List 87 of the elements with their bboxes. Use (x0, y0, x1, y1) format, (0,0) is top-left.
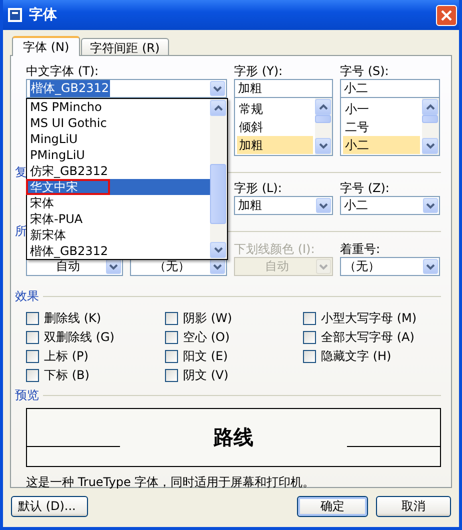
checkbox-label: 下标 (B) (44, 366, 90, 384)
checkbox[interactable] (26, 350, 39, 362)
checkbox-label: 小型大写字母 (M) (321, 310, 417, 326)
field-label: 字形 (L): (234, 180, 283, 196)
chevron-up-icon[interactable] (214, 105, 222, 111)
checkbox-label: 阴影 (W) (183, 310, 232, 326)
dropdown-field[interactable]: （无） (340, 257, 440, 276)
chevron-down-icon[interactable] (426, 143, 434, 149)
chevron-up-icon[interactable] (318, 104, 328, 110)
dropdown-field[interactable]: 加粗 (234, 196, 333, 215)
scrollbar-thumb[interactable] (210, 164, 226, 224)
checkbox-label: 全部大写字母 (A) (321, 328, 414, 346)
checkbox-label: 删除线 (K) (44, 310, 102, 326)
checkbox[interactable] (165, 330, 178, 344)
field-label: 字号 (Z): (340, 180, 390, 196)
checkbox[interactable] (303, 312, 316, 324)
chevron-up-icon[interactable] (426, 104, 434, 110)
checkbox[interactable] (165, 368, 178, 382)
list-item[interactable]: 小一 (343, 100, 420, 118)
checkbox[interactable] (26, 368, 39, 382)
window-title: 字体 (29, 6, 58, 24)
field-label: 下划线颜色 (I): (234, 241, 316, 257)
font-option[interactable]: MS UI Gothic (27, 115, 210, 131)
font-option[interactable]: 宋体-PUA (27, 211, 210, 227)
section-heading: 所 (15, 222, 27, 240)
chevron-down-icon (319, 264, 328, 270)
font-option[interactable]: MingLiU (27, 131, 210, 147)
checkbox[interactable] (303, 330, 316, 344)
font-dropdown[interactable]: 楷体_GB2312 (26, 79, 227, 98)
font-option[interactable]: 宋体 (27, 195, 210, 211)
checkbox[interactable] (303, 350, 316, 362)
chevron-down-icon (426, 202, 435, 208)
ok-button[interactable]: 确定 (297, 496, 368, 516)
section-heading: 效果 (15, 288, 39, 304)
font-description: 这是一种 TrueType 字体，同时适用于屏幕和打印机。 (26, 474, 316, 491)
size-input[interactable]: 小二 (340, 79, 440, 98)
close-icon (441, 10, 452, 20)
app-icon (7, 7, 23, 23)
font-option[interactable]: 华文中宋 (27, 179, 210, 195)
field-label: 字号 (S): (340, 63, 390, 79)
list-item[interactable]: 常规 (237, 100, 313, 118)
list-item[interactable]: 倾斜 (237, 118, 313, 136)
checkbox-label: 空心 (O) (183, 328, 230, 346)
default-button[interactable]: 默认 (D)... (11, 496, 88, 516)
list-item[interactable]: 小二 (343, 136, 420, 154)
dropdown-arrow-button[interactable] (106, 259, 121, 274)
checkbox[interactable] (26, 312, 39, 324)
tab[interactable]: 字体 (N) (12, 36, 80, 56)
font-option[interactable]: 仿宋_GB2312 (27, 163, 210, 179)
field-label: 字形 (Y): (234, 63, 284, 79)
checkbox-label: 双删除线 (G) (44, 328, 114, 346)
chevron-down-icon (426, 264, 435, 270)
font-option[interactable]: PMingLiU (27, 147, 210, 163)
chevron-down-icon (319, 202, 328, 208)
tab[interactable]: 字符间距 (R) (81, 38, 169, 55)
field-label: 着重号: (340, 241, 382, 257)
checkbox-label: 阴文 (V) (183, 366, 228, 384)
section-heading: 复 (15, 164, 27, 180)
checkbox[interactable] (165, 350, 178, 362)
close-button[interactable] (436, 4, 457, 26)
preview-sample: 路线 (212, 424, 254, 451)
style-input[interactable]: 加粗 (234, 79, 333, 98)
list-item[interactable]: 二号 (343, 118, 420, 136)
field-label: 中文字体 (T): (26, 63, 100, 79)
checkbox-label: 隐藏文字 (H) (321, 348, 392, 364)
dropdown-arrow-button[interactable] (210, 259, 225, 274)
checkbox-label: 阳文 (E) (183, 348, 228, 364)
scrollbar-thumb[interactable] (315, 115, 331, 123)
chevron-down-icon[interactable] (214, 247, 222, 253)
font-option[interactable]: 楷体_GB2312 (27, 243, 210, 259)
list-item[interactable]: 加粗 (237, 136, 313, 154)
scrollbar-thumb[interactable] (422, 115, 438, 123)
chevron-down-icon (213, 86, 222, 92)
checkbox-label: 上标 (P) (44, 348, 88, 364)
chevron-down-icon[interactable] (318, 143, 328, 149)
chevron-down-icon (109, 264, 118, 270)
font-option[interactable]: MS PMincho (27, 99, 210, 115)
checkbox[interactable] (165, 312, 178, 324)
dropdown-field[interactable]: 小二 (340, 196, 440, 215)
checkbox[interactable] (26, 330, 39, 344)
scrollbar[interactable] (422, 98, 439, 155)
section-heading: 预览 (15, 386, 39, 404)
cancel-button[interactable]: 取消 (376, 496, 451, 516)
font-option[interactable]: 新宋体 (27, 227, 210, 243)
scrollbar[interactable] (210, 99, 227, 259)
chevron-down-icon (213, 264, 222, 270)
scrollbar[interactable] (315, 98, 332, 155)
